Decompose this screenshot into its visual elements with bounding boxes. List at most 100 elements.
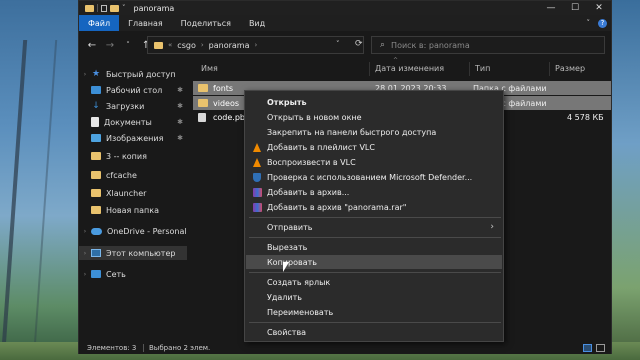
mouse-pointer-icon — [283, 262, 289, 272]
tab-file[interactable]: Файл — [79, 15, 120, 31]
tab-view[interactable]: Вид — [240, 15, 274, 31]
new-folder-icon[interactable] — [110, 4, 119, 12]
pin-icon: ✱ — [177, 118, 183, 126]
tab-share[interactable]: Поделиться — [172, 15, 240, 31]
column-header-type[interactable]: Тип — [475, 64, 490, 73]
sidebar-item-quick-access[interactable]: › ★ Быстрый доступ — [79, 67, 187, 81]
column-header-date[interactable]: Дата изменения — [375, 64, 444, 73]
status-divider — [143, 344, 144, 352]
breadcrumb-panorama[interactable]: panorama — [209, 41, 250, 50]
winrar-icon — [253, 203, 262, 212]
menu-item-open[interactable]: Открыть — [246, 95, 502, 109]
menu-item-label: Вырезать — [267, 242, 308, 252]
column-divider[interactable] — [369, 62, 370, 76]
crumb-overflow[interactable]: « — [168, 41, 172, 49]
menu-item-add-to-archive[interactable]: Добавить в архив... — [246, 185, 502, 199]
sidebar-item-pictures[interactable]: Изображения ✱ — [79, 131, 187, 145]
customize-toolbar-icon[interactable]: ˅ — [122, 4, 126, 12]
menu-item-add-to-panorama-rar[interactable]: Добавить в архив "panorama.rar" — [246, 200, 502, 214]
menu-item-label: Добавить в архив... — [267, 187, 350, 197]
menu-separator — [249, 217, 501, 218]
search-box[interactable]: ⌕ — [371, 36, 605, 54]
sidebar-item-desktop[interactable]: Рабочий стол ✱ — [79, 83, 187, 97]
menu-item-rename[interactable]: Переименовать — [246, 305, 502, 319]
status-bar: Элементов: 3 Выбрано 2 элем. — [79, 341, 611, 354]
sidebar-item-this-pc[interactable]: › Этот компьютер — [79, 246, 187, 260]
help-icon[interactable]: ? — [598, 18, 607, 28]
toolbar-divider — [97, 4, 98, 12]
folder-icon — [91, 189, 101, 197]
sidebar-item-documents[interactable]: Документы ✱ — [79, 115, 187, 129]
menu-item-label: Переименовать — [267, 307, 334, 317]
address-dropdown-icon[interactable]: ˅ — [336, 40, 340, 48]
menu-item-open-new-window[interactable]: Открыть в новом окне — [246, 110, 502, 124]
menu-item-delete[interactable]: Удалить — [246, 290, 502, 304]
window-title: panorama — [133, 3, 175, 13]
recent-locations-chevron-icon[interactable]: ˅ — [119, 36, 137, 54]
wallpaper-tree — [0, 40, 58, 360]
column-divider[interactable] — [549, 62, 550, 76]
menu-item-label: Закрепить на панели быстрого доступа — [267, 127, 437, 137]
menu-item-properties[interactable]: Свойства — [246, 325, 502, 339]
menu-item-label: Свойства — [267, 327, 307, 337]
minimize-button[interactable]: — — [539, 1, 563, 15]
download-icon: ↓ — [92, 100, 100, 111]
column-divider[interactable] — [469, 62, 470, 76]
sidebar-item-onedrive[interactable]: › OneDrive - Personal — [79, 224, 187, 238]
menu-item-label: Создать ярлык — [267, 277, 331, 287]
properties-icon[interactable] — [101, 4, 107, 12]
window-controls: — ☐ ✕ — [539, 1, 611, 15]
folder-icon — [91, 206, 101, 214]
sidebar-item-network[interactable]: › Сеть — [79, 267, 187, 281]
column-header-name[interactable]: Имя — [201, 64, 218, 73]
forward-arrow-icon[interactable]: → — [101, 36, 119, 54]
breadcrumb-csgo[interactable]: csgo — [177, 41, 196, 50]
defender-shield-icon — [253, 173, 261, 182]
menu-item-add-to-vlc-playlist[interactable]: Добавить в плейлист VLC — [246, 140, 502, 154]
menu-item-defender-scan[interactable]: Проверка с использованием Microsoft Defe… — [246, 170, 502, 184]
sidebar-item-cfcache[interactable]: cfcache — [79, 168, 187, 182]
winrar-icon — [253, 188, 262, 197]
search-icon: ⌕ — [380, 40, 386, 50]
expand-chevron-icon[interactable]: › — [79, 250, 91, 257]
sort-up-icon: ^ — [393, 57, 399, 64]
folder-icon — [198, 99, 208, 107]
sidebar-item-3-copy[interactable]: 3 -- копия — [79, 149, 187, 163]
large-icons-view-icon[interactable] — [596, 343, 605, 352]
expand-chevron-icon[interactable]: › — [79, 271, 91, 278]
sidebar-item-xlauncher[interactable]: Xlauncher — [79, 186, 187, 200]
breadcrumb-separator-icon: › — [200, 41, 204, 49]
tab-home[interactable]: Главная — [119, 15, 172, 31]
this-pc-icon — [91, 249, 101, 257]
desktop-wallpaper-left — [0, 0, 78, 360]
sidebar-item-label: Изображения — [106, 133, 164, 143]
expand-ribbon-icon[interactable]: ˅ — [587, 19, 591, 27]
search-input[interactable] — [391, 40, 582, 50]
sidebar-item-new-folder[interactable]: Новая папка — [79, 203, 187, 217]
sidebar-item-downloads[interactable]: ↓ Загрузки ✱ — [79, 99, 187, 113]
title-bar: ˅ panorama — ☐ ✕ — [79, 1, 611, 15]
details-view-icon[interactable] — [583, 343, 592, 352]
menu-item-pin-quick-access[interactable]: Закрепить на панели быстрого доступа — [246, 125, 502, 139]
column-header-size[interactable]: Размер — [555, 64, 585, 73]
sidebar-item-label: Этот компьютер — [106, 248, 176, 258]
expand-chevron-icon[interactable]: › — [79, 228, 91, 235]
menu-separator — [249, 322, 501, 323]
menu-item-send-to[interactable]: Отправить › — [246, 220, 502, 234]
sidebar-item-label: Xlauncher — [106, 188, 147, 198]
close-button[interactable]: ✕ — [587, 1, 611, 15]
menu-item-cut[interactable]: Вырезать — [246, 240, 502, 254]
refresh-icon[interactable]: ⟳ — [355, 39, 363, 49]
back-arrow-icon[interactable]: ← — [83, 36, 101, 54]
folder-icon — [198, 84, 208, 92]
menu-item-play-in-vlc[interactable]: Воспроизвести в VLC — [246, 155, 502, 169]
menu-item-label: Добавить в плейлист VLC — [267, 142, 375, 152]
sidebar-item-label: 3 -- копия — [106, 151, 147, 161]
menu-item-create-shortcut[interactable]: Создать ярлык — [246, 275, 502, 289]
maximize-button[interactable]: ☐ — [563, 1, 587, 15]
address-bar[interactable]: « csgo › panorama › — [147, 36, 364, 54]
expand-chevron-icon[interactable]: › — [79, 71, 91, 78]
vlc-icon — [253, 158, 261, 167]
quick-access-toolbar: ˅ — [79, 4, 126, 12]
sidebar-item-label: Загрузки — [106, 101, 145, 111]
